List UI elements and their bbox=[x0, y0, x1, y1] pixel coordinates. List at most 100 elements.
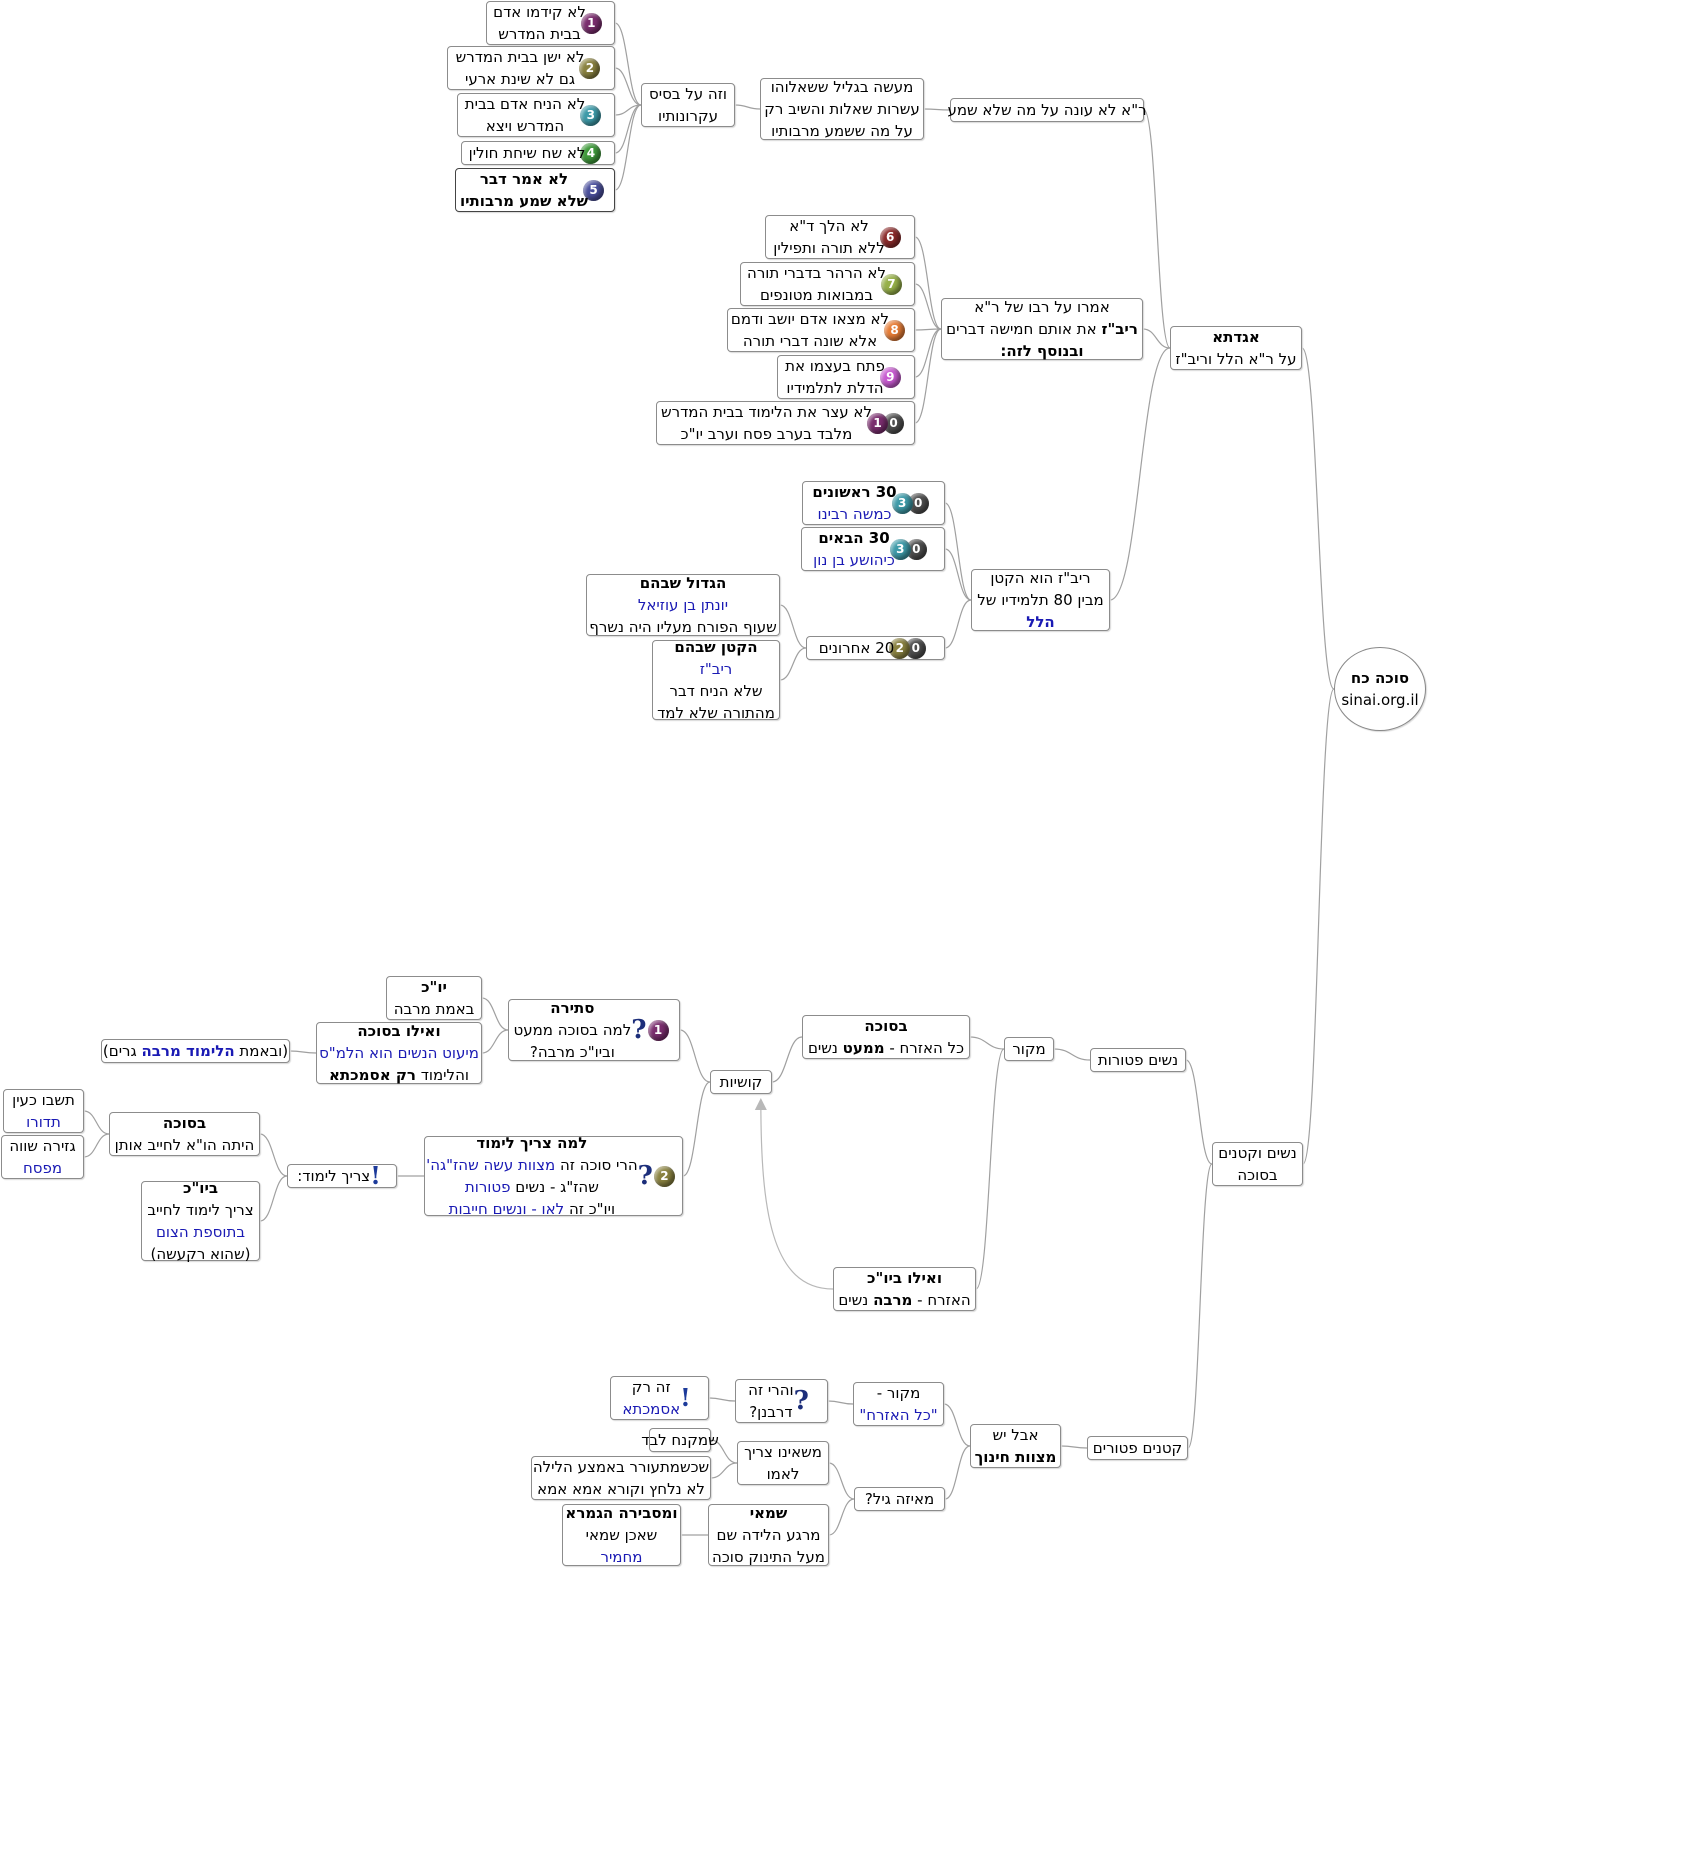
rabbinic-question-node[interactable]: ? והרי זה דרבנן? bbox=[735, 1379, 828, 1423]
q2-text: הרי סוכה זה bbox=[555, 1156, 638, 1174]
hillel-name: הלל bbox=[1026, 613, 1055, 631]
connector-line bbox=[923, 108, 951, 111]
q1-sukka-node[interactable]: ואילו בסוכה מיעוט הנשים הוא הלמ"ס והלימוד … bbox=[316, 1022, 482, 1084]
nl-sukka-reason-1[interactable]: תשבו כעין תדורו bbox=[3, 1089, 84, 1133]
q1-aside-text: (ובאמת bbox=[234, 1042, 289, 1060]
connector-line bbox=[779, 647, 807, 681]
principle-5-node[interactable]: 5 לא אמר דבר שלא שמע מרבותיו bbox=[455, 168, 615, 212]
q1-aside-text: גרים) bbox=[102, 1042, 142, 1060]
principle-line: המדרש ויצא bbox=[485, 117, 565, 135]
q2-keyword: לאו - ונשים חייבות bbox=[448, 1200, 565, 1218]
ra-no-answer-node[interactable]: ר"א לא עונה על מה שלא שמע bbox=[947, 98, 1147, 122]
question-2-node[interactable]: 2 ? למה צריך לימוד הרי סוכה זה מצוות עשה … bbox=[424, 1134, 683, 1218]
teacher-line: אמרו על רבו של ר"א bbox=[974, 298, 1110, 316]
connector-line bbox=[1143, 109, 1171, 349]
kid-source-text: מקור - bbox=[876, 1384, 921, 1402]
connector-line bbox=[943, 1403, 971, 1447]
number-badge-icon: 1 bbox=[580, 12, 602, 34]
last-20-node[interactable]: 20 20 אחרונים bbox=[806, 636, 945, 660]
basis-node[interactable]: וזה על בסיס עקרונותיו bbox=[641, 83, 735, 127]
arrowhead-icon bbox=[754, 1098, 767, 1110]
principle-2-node[interactable]: 2 לא ישן בבית המדרש גם לא שינת ארעי bbox=[447, 46, 615, 90]
difficulties-node[interactable]: קושיות bbox=[710, 1070, 772, 1094]
asmachta-node[interactable]: ! זה רק אסמכתא bbox=[610, 1376, 709, 1420]
needs-learning-node[interactable]: ! צריך לימוד: bbox=[287, 1164, 397, 1188]
teacher-line: ובנוסף לזה: bbox=[1000, 342, 1084, 360]
sukka-reduces-node[interactable]: בסוכה כל האזרח - ממעט נשים bbox=[802, 1015, 970, 1059]
principle-4-node[interactable]: 4 לא שח שיחת חולין bbox=[461, 141, 615, 165]
principle-10-node[interactable]: 10 לא עצר את הלימוד בבית המדרש מלבד בערב … bbox=[656, 401, 915, 445]
exclamation-icon: ! bbox=[680, 1383, 691, 1412]
nl-sukka-reason-2[interactable]: גזירה שווה מפסח bbox=[1, 1135, 84, 1179]
teacher-line: את אותם חמישה דברים bbox=[946, 320, 1097, 338]
connector-line bbox=[914, 328, 942, 378]
greatest-student-node[interactable]: הגדול שבהם יונתן בן עוזיאל שעוף הפורח מעלי… bbox=[586, 574, 780, 636]
not-need-mother-text: לאמו bbox=[766, 1465, 800, 1483]
connector-line bbox=[614, 22, 642, 106]
principle-7-node[interactable]: 7 לא הרהר בדברי תורה במבואות מטונפים bbox=[740, 262, 915, 306]
number-badge-icon: 5 bbox=[583, 179, 605, 201]
principle-8-node[interactable]: 8 לא מצאו אדם יושב ודמם אלא שונה דברי תור… bbox=[727, 308, 915, 352]
q1-text: וביו"כ מרבה? bbox=[529, 1043, 615, 1061]
source-node[interactable]: מקור bbox=[1004, 1037, 1054, 1061]
principle-line: בבית המדרש bbox=[498, 25, 581, 43]
not-need-mother-sign-1[interactable]: שמקנח לבד bbox=[641, 1428, 719, 1452]
principle-3-node[interactable]: 3 לא הניח אדם בבית המדרש ויצא bbox=[457, 93, 615, 137]
question-icon: ? bbox=[631, 1015, 647, 1045]
q2-keyword: פטורות bbox=[464, 1178, 511, 1196]
q1-sukka-title: ואילו בסוכה bbox=[357, 1022, 441, 1040]
shammai-node[interactable]: שמאי מרגע הלידה שם מעל התינוק סוכה bbox=[708, 1504, 829, 1566]
difficulties-label: קושיות bbox=[719, 1073, 763, 1091]
q1-yk-title: יו"כ bbox=[421, 978, 447, 996]
shammai-title: שמאי bbox=[749, 1504, 788, 1522]
sukka-text: נשים bbox=[807, 1039, 843, 1057]
women-exempt-node[interactable]: נשים פטורות bbox=[1090, 1048, 1186, 1072]
aggadata-title: אגדתא bbox=[1212, 328, 1260, 346]
nl-yomkippur-node[interactable]: ביו"כ צריך לימוד לחייב בתוספת הצום (שהוא רק… bbox=[141, 1179, 260, 1263]
teacher-node[interactable]: אמרו על רבו של ר"א ריב"ז את אותם חמישה דב… bbox=[941, 298, 1143, 360]
what-age-node[interactable]: מאיזה גיל? bbox=[854, 1487, 945, 1511]
story-node[interactable]: מעשה בגליל ששאלוהו עשרות שאלות והשיב רק על… bbox=[760, 78, 924, 140]
women-exempt-label: נשים פטורות bbox=[1097, 1051, 1179, 1069]
chinuch-node[interactable]: אבל יש מצוות חינוך bbox=[970, 1424, 1061, 1468]
root-node[interactable]: סוכה כח sinai.org.il bbox=[1334, 647, 1426, 731]
smallest-student-node[interactable]: הקטן שבהם ריב"ז שלא הניח דבר מהתורה שלא למד bbox=[652, 638, 780, 722]
connector-line bbox=[481, 1029, 509, 1054]
connector-line bbox=[83, 1110, 110, 1135]
number-badge-icon: 8 bbox=[884, 319, 906, 341]
number-badge-icon: 6 bbox=[879, 226, 901, 248]
group-title: 30 ראשונים bbox=[812, 483, 897, 501]
next-30-node[interactable]: 30 30 הבאים כיהושע בן נון bbox=[801, 527, 945, 571]
connector-line bbox=[289, 1050, 317, 1054]
nl-yk-text: צריך לימוד לחייב bbox=[147, 1201, 254, 1219]
kids-exempt-label: קטנים פטורים bbox=[1092, 1439, 1183, 1457]
yomkippur-adds-node[interactable]: ואילו ביו"כ האזרח - מרבה נשים bbox=[833, 1267, 976, 1311]
aggadata-node[interactable]: אגדתא על ר"א הלל וריב"ז bbox=[1170, 326, 1302, 370]
connector-line bbox=[614, 67, 642, 106]
ribaz-smallest-node[interactable]: ריב"ז הוא הקטן מבין 80 תלמידיו של הלל bbox=[971, 569, 1110, 631]
not-need-mother-sign-2[interactable]: שכשמתעורר באמצע הלילה לא נלחץ וקורא אמא א… bbox=[531, 1456, 711, 1500]
nl-sukka-node[interactable]: בסוכה היתה הו"א לחייב אותן bbox=[109, 1112, 260, 1156]
question-icon: ? bbox=[637, 1161, 653, 1191]
number-badge-icon: 2 bbox=[579, 57, 601, 79]
question-1-node[interactable]: 1 ? סתירה למה בסוכה ממעט וביו"כ מרבה? bbox=[508, 999, 680, 1061]
q2-text: שהז"ג - נשים bbox=[510, 1178, 599, 1196]
not-need-mother-node[interactable]: משאינו צריך לאמו bbox=[737, 1441, 829, 1485]
q1-aside-node[interactable]: (ובאמת הלימוד מרבה גרים) bbox=[101, 1039, 290, 1063]
reason-text: גזירה שווה bbox=[9, 1137, 76, 1155]
principle-1-node[interactable]: 1 לא קידמו אדם בבית המדרש bbox=[486, 1, 615, 45]
principle-line: גם לא שינת ארעי bbox=[464, 70, 576, 88]
story-line: מעשה בגליל ששאלוהו bbox=[770, 78, 914, 96]
women-children-node[interactable]: נשים וקטנים בסוכה bbox=[1212, 1142, 1303, 1186]
kid-source-node[interactable]: מקור - "כל האזרח" bbox=[853, 1382, 944, 1426]
kids-exempt-node[interactable]: קטנים פטורים bbox=[1087, 1436, 1188, 1460]
yk-text: האזרח - bbox=[912, 1291, 971, 1309]
q1-yomkippur-node[interactable]: יו"כ באמת מרבה bbox=[386, 976, 482, 1020]
reference-arrow-line bbox=[760, 1099, 834, 1290]
principle-6-node[interactable]: 6 לא הלך ד"א ללא תורה ותפילין bbox=[765, 215, 915, 259]
sukka-text: כל האזרח - bbox=[884, 1039, 965, 1057]
principle-9-node[interactable]: 9 פתח בעצמו את הדלת לתלמידיו bbox=[777, 355, 915, 399]
first-30-node[interactable]: 30 30 ראשונים כמשה רבינו bbox=[802, 481, 945, 525]
chinuch-keyword: מצוות חינוך bbox=[974, 1448, 1057, 1466]
gemara-node[interactable]: ומסבירה הגמרא שאכן שמאי מחמיר bbox=[562, 1504, 681, 1566]
